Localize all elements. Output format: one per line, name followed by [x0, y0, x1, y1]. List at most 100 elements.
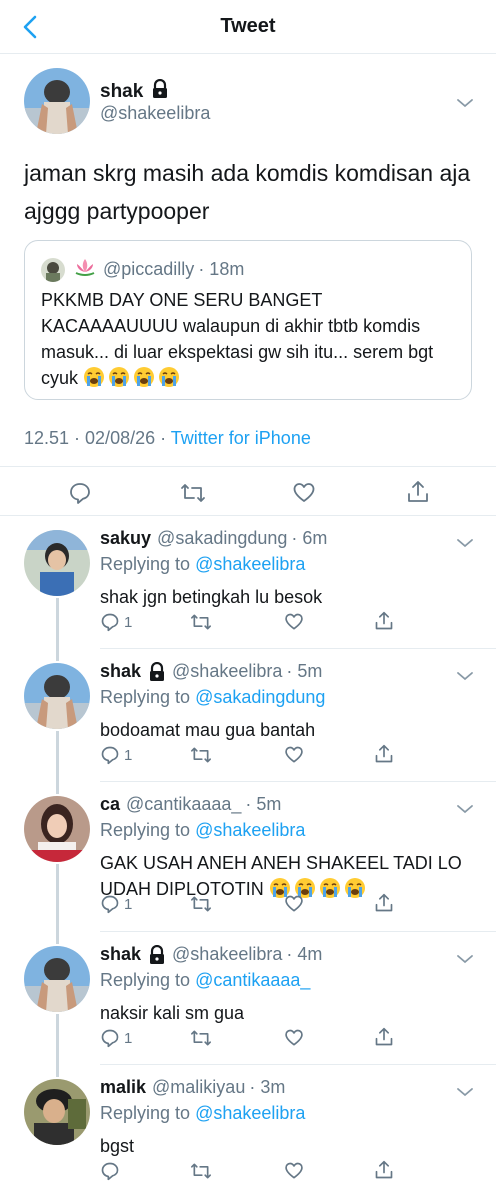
chevron-down-icon[interactable] [456, 952, 474, 964]
author-handle[interactable]: @shakeelibra [172, 944, 282, 965]
reply-icon[interactable] [68, 481, 92, 505]
author-name[interactable]: shak [100, 661, 166, 682]
chevron-down-icon[interactable] [456, 96, 474, 108]
author-name[interactable]: shak [100, 78, 169, 105]
crying-face-emoji-icon [84, 367, 105, 387]
replying-to: Replying to @shakeelibra [100, 1103, 306, 1123]
author-name[interactable]: ca [100, 794, 120, 815]
avatar[interactable] [24, 530, 90, 596]
avatar[interactable] [24, 796, 90, 862]
reply-count: 1 [124, 895, 133, 913]
page-title: Tweet [220, 15, 276, 37]
author-name[interactable]: shak [100, 944, 166, 965]
retweet-icon[interactable] [190, 745, 212, 765]
thread-line [56, 649, 59, 661]
chevron-down-icon[interactable] [456, 802, 474, 814]
crying-face-emoji-icon [319, 878, 340, 898]
reply-text: bodoamat mau gua bantah [100, 720, 316, 740]
main-actions [0, 466, 496, 516]
share-icon[interactable] [374, 610, 394, 632]
quoted-tweet[interactable]: @piccadilly · 18m PKKMB DAY ONE SERU BAN… [24, 240, 472, 400]
mention-link[interactable]: @shakeelibra [195, 1103, 305, 1123]
retweet-icon[interactable] [180, 481, 206, 505]
reply-icon[interactable]: 1 [100, 612, 132, 632]
reply-time: · 4m [286, 944, 323, 964]
chevron-down-icon[interactable] [456, 536, 474, 548]
reply-time: · 5m [245, 794, 282, 814]
thread-line [56, 598, 59, 649]
reply-tweet[interactable]: shak @shakeelibra · 4m Replying to @cant… [0, 932, 496, 1065]
crying-face-emoji-icon [159, 367, 180, 387]
retweet-icon[interactable] [190, 1028, 212, 1048]
reply-header: shak @shakeelibra · 4m [100, 944, 322, 965]
author-handle[interactable]: @sakadingdung [157, 528, 287, 549]
reply-header: malik @malikiyau · 3m [100, 1077, 285, 1098]
like-icon[interactable] [284, 612, 304, 632]
reply-icon[interactable] [100, 1161, 120, 1181]
retweet-icon[interactable] [190, 612, 212, 632]
quote-text: PKKMB DAY ONE SERU BANGET KACAAAAUUUU wa… [41, 290, 434, 388]
reply-time: · 5m [286, 661, 323, 681]
crying-face-emoji-icon [134, 367, 155, 387]
chevron-down-icon[interactable] [456, 669, 474, 681]
like-icon[interactable] [284, 1028, 304, 1048]
author-handle[interactable]: @malikiyau [152, 1077, 245, 1098]
quote-time: · 18m [198, 259, 245, 279]
author-name[interactable]: sakuy [100, 528, 151, 549]
like-icon[interactable] [284, 745, 304, 765]
author-handle[interactable]: @shakeelibra [172, 661, 282, 682]
avatar[interactable] [24, 946, 90, 1012]
share-icon[interactable] [374, 1026, 394, 1048]
replying-to: Replying to @shakeelibra [100, 554, 306, 574]
share-icon[interactable] [374, 1159, 394, 1181]
reply-tweet[interactable]: ca @cantikaaaa_ · 5m Replying to @shakee… [0, 782, 496, 932]
reply-header: shak @shakeelibra · 5m [100, 661, 322, 682]
chevron-down-icon[interactable] [456, 1085, 474, 1097]
share-icon[interactable] [374, 743, 394, 765]
reply-time: · 6m [291, 528, 328, 548]
navbar: Tweet [0, 0, 496, 54]
share-icon[interactable] [374, 892, 394, 914]
avatar[interactable] [24, 68, 90, 134]
like-icon[interactable] [284, 894, 304, 914]
mention-link[interactable]: @shakeelibra [195, 554, 305, 574]
retweet-icon[interactable] [190, 1161, 212, 1181]
reply-text: bgst [100, 1136, 135, 1156]
thread-line [56, 782, 59, 794]
thread-line [56, 1065, 59, 1077]
like-icon[interactable] [292, 481, 316, 505]
lock-icon [151, 78, 169, 105]
reply-count: 1 [124, 746, 133, 764]
mention-link[interactable]: @sakadingdung [195, 687, 325, 707]
reply-tweet[interactable]: malik @malikiyau · 3m Replying to @shake… [0, 1065, 496, 1200]
thread-line [56, 932, 59, 944]
replying-to: Replying to @cantikaaaa_ [100, 970, 311, 990]
reply-text: naksir kali sm gua [100, 1003, 245, 1023]
main-tweet: shak @shakeelibra jaman skrg masih ada k… [0, 54, 496, 516]
reply-icon[interactable]: 1 [100, 894, 132, 914]
quote-handle: @piccadilly [103, 259, 195, 279]
crying-face-emoji-icon [109, 367, 130, 387]
reply-tweet[interactable]: shak @shakeelibra · 5m Replying to @saka… [0, 649, 496, 782]
like-icon[interactable] [284, 1161, 304, 1181]
crying-face-emoji-icon [344, 878, 365, 898]
lock-icon [141, 944, 166, 965]
lotus-emoji-icon [73, 257, 97, 282]
tweet-meta: 12.51 · 02/08/26 · Twitter for iPhone [24, 428, 311, 449]
avatar[interactable] [24, 663, 90, 729]
mention-link[interactable]: @shakeelibra [195, 820, 305, 840]
share-icon[interactable] [406, 479, 430, 505]
reply-tweet[interactable]: sakuy @sakadingdung · 6m Replying to @sh… [0, 516, 496, 649]
reply-time: · 3m [249, 1077, 286, 1097]
reply-icon[interactable]: 1 [100, 1028, 132, 1048]
avatar[interactable] [24, 1079, 90, 1145]
author-name[interactable]: malik [100, 1077, 146, 1098]
author-handle[interactable]: @cantikaaaa_ [126, 794, 241, 815]
crying-emoji-row [83, 367, 183, 388]
source-link[interactable]: Twitter for iPhone [171, 428, 311, 448]
reply-icon[interactable]: 1 [100, 745, 132, 765]
author-handle[interactable]: @shakeelibra [100, 103, 210, 124]
retweet-icon[interactable] [190, 894, 212, 914]
mention-link[interactable]: @cantikaaaa_ [195, 970, 310, 990]
thread-line [56, 1014, 59, 1065]
